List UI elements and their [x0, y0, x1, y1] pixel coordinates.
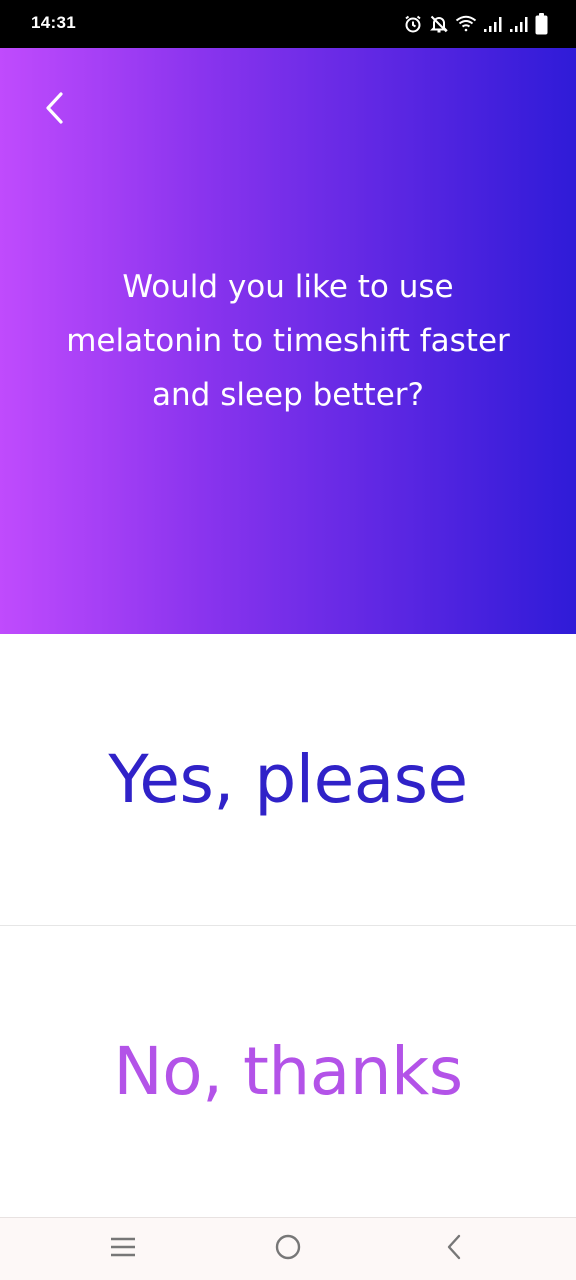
question-text: Would you like to use melatonin to times… [66, 269, 510, 413]
muted-bell-icon [429, 14, 449, 34]
no-thanks-button[interactable]: No, thanks [0, 926, 576, 1217]
navigation-bar [0, 1217, 576, 1280]
recents-icon [110, 1236, 136, 1263]
home-button[interactable] [248, 1218, 328, 1280]
signal-icon [509, 15, 529, 33]
question-header: Would you like to use melatonin to times… [0, 48, 576, 634]
yes-please-button[interactable]: Yes, please [0, 634, 576, 925]
system-back-button[interactable] [414, 1218, 494, 1280]
recents-button[interactable] [83, 1218, 163, 1280]
back-icon [445, 1234, 463, 1265]
alarm-icon [403, 14, 423, 34]
home-icon [274, 1233, 302, 1266]
status-bar: 14:31 [0, 0, 576, 48]
status-icons [403, 12, 548, 36]
signal-icon [483, 15, 503, 33]
status-time: 14:31 [31, 13, 76, 32]
battery-icon [535, 13, 548, 35]
chevron-left-icon [43, 91, 65, 130]
back-button[interactable] [36, 90, 72, 130]
wifi-icon [455, 15, 477, 33]
